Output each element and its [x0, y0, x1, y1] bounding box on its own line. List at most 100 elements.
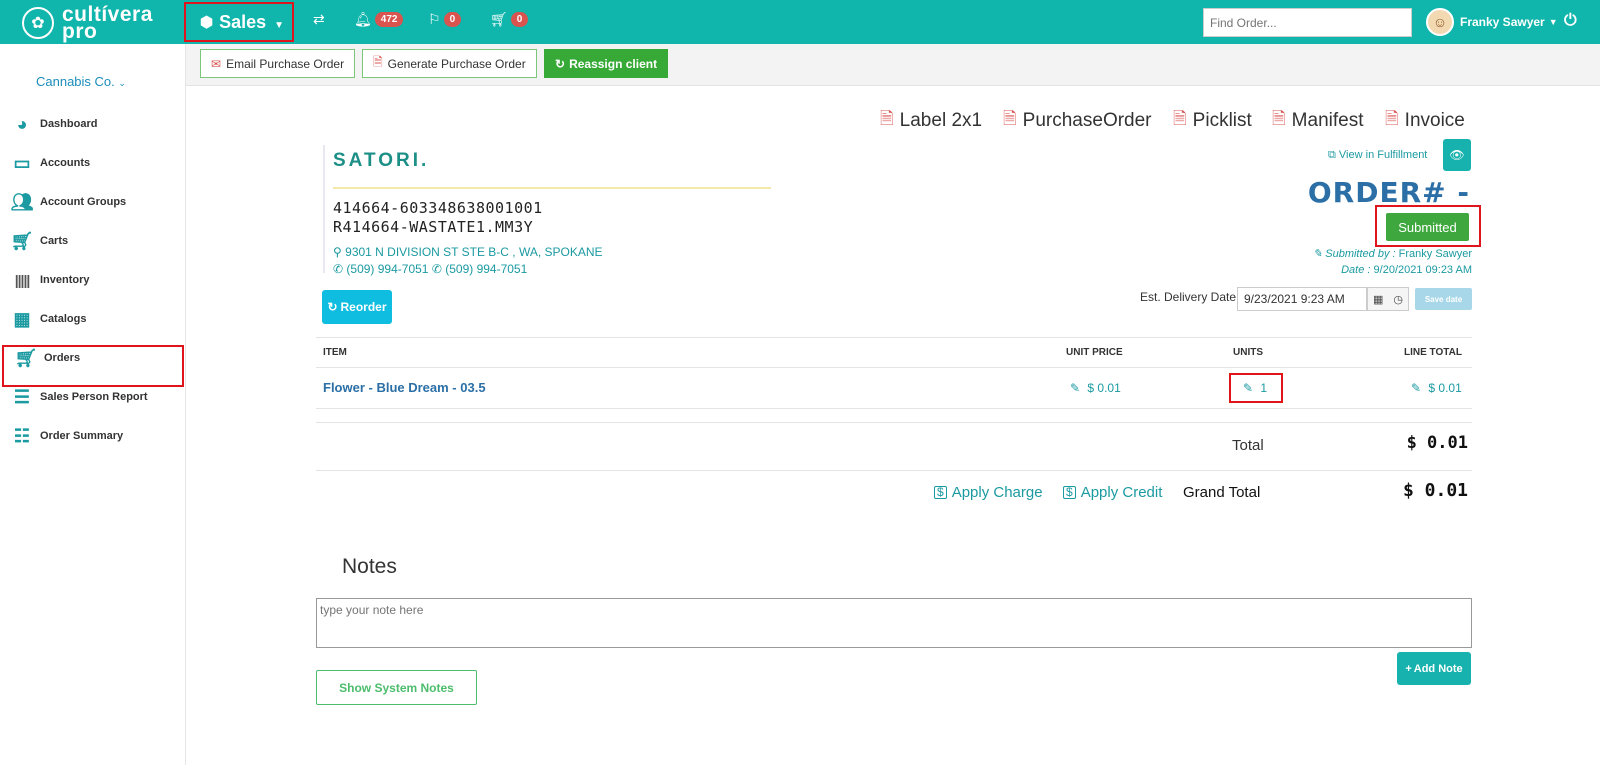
bell-icon: 🔔︎	[354, 11, 372, 27]
sidebar-item-orders[interactable]: 🛒︎ Orders	[14, 347, 81, 369]
sidebar-item-label: Sales Person Report	[40, 391, 148, 403]
button-label: Email Purchase Order	[226, 56, 345, 71]
notifications-button[interactable]: 🔔︎ 472	[354, 11, 404, 28]
top-navbar: ✿ cultívera pro ⬢ Sales ▼ ⇄ 🔔︎ 472 ⚐ 0 🛒…	[0, 0, 1600, 44]
date-picker-buttons[interactable]: ▦ ◷	[1367, 287, 1409, 311]
total-label: Total	[1232, 437, 1264, 454]
generate-purchase-order-button[interactable]: 🗎 Generate Purchase Order	[362, 49, 537, 78]
doc-link-text: Manifest	[1291, 109, 1364, 131]
pdf-icon: 🗎	[1173, 109, 1187, 128]
power-icon[interactable]: ⏻	[1564, 12, 1577, 30]
logo-text: cultívera pro	[62, 4, 153, 42]
grid-icon: ▦	[13, 308, 31, 329]
pdf-icon: 🗎	[373, 55, 383, 69]
note-textarea[interactable]	[316, 598, 1472, 648]
cart-button[interactable]: 🛒︎ 0	[490, 11, 529, 28]
barcode-icon: |||||	[14, 272, 31, 288]
phone-icon: ✆	[431, 262, 442, 276]
envelope-icon: ✉	[211, 56, 222, 71]
doc-link-picklist[interactable]: 🗎 Picklist	[1173, 106, 1252, 135]
reorder-button[interactable]: ↻ Reorder	[322, 290, 392, 324]
cubes-icon: ⬢	[200, 14, 214, 31]
leaf-logo-icon: ✿	[22, 7, 54, 39]
sidebar-item-label: Order Summary	[40, 430, 124, 442]
sidebar-item-label: Accounts	[40, 157, 91, 169]
notifications-badge: 472	[374, 12, 404, 27]
exchange-icon[interactable]: ⇄	[313, 11, 325, 28]
show-system-notes-button[interactable]: Show System Notes	[316, 670, 477, 705]
calendar-icon[interactable]: ▦	[1373, 293, 1383, 306]
table-row-divider	[316, 408, 1472, 409]
unit-price-editable[interactable]: ✎ $ 0.01	[1070, 381, 1121, 395]
reassign-client-button[interactable]: ↻ Reassign client	[544, 49, 669, 78]
sidebar-item-catalogs[interactable]: ▦ Catalogs	[10, 308, 86, 330]
eye-icon[interactable]: 👁︎	[1443, 139, 1471, 171]
view-in-fulfillment-link[interactable]: ⧉ View in Fulfillment	[1328, 149, 1427, 162]
sidebar-item-inventory[interactable]: ||||| Inventory	[10, 269, 90, 291]
cart-outline-icon: 🛒︎	[14, 347, 38, 368]
delivery-date-label: Est. Delivery Date	[1140, 290, 1237, 304]
pencil-icon: ✎	[1312, 248, 1323, 260]
sidebar-item-sales-person-report[interactable]: ☰ Sales Person Report	[10, 386, 148, 408]
unit-price-value: $ 0.01	[1087, 381, 1121, 395]
button-label: Add Note	[1413, 662, 1463, 675]
column-header-item: ITEM	[323, 347, 347, 358]
submitted-by-value: Franky Sawyer	[1398, 248, 1472, 260]
client-address-text: 9301 N DIVISION ST STE B-C , WA, SPOKANE	[345, 245, 603, 259]
notes-title: Notes	[342, 555, 397, 578]
sidebar-item-accounts[interactable]: ▭ Accounts	[10, 152, 90, 174]
briefcase-icon: ▭	[13, 152, 31, 173]
apply-credit-button[interactable]: $ Apply Credit	[1063, 484, 1162, 501]
add-note-button[interactable]: + Add Note	[1397, 652, 1471, 685]
clock-icon[interactable]: ◷	[1393, 293, 1403, 306]
order-toolbar: ✉ Email Purchase Order 🗎 Generate Purcha…	[186, 44, 1600, 86]
pencil-icon: ✎	[1411, 381, 1422, 395]
line-total-editable[interactable]: ✎ $ 0.01	[1411, 381, 1462, 395]
list-table-icon: ☰	[13, 386, 31, 407]
button-label: Reorder	[340, 300, 387, 314]
column-header-line-total: LINE TOTAL	[1404, 347, 1462, 358]
submitted-by-label: Submitted by :	[1325, 248, 1396, 260]
chevron-down-icon: ⌄	[118, 78, 126, 88]
line-total-value: $ 0.01	[1428, 381, 1462, 395]
cart-icon: 🛒︎	[490, 11, 508, 27]
map-marker-icon: ⚲	[333, 245, 342, 259]
save-date-button[interactable]: Save date	[1415, 288, 1472, 310]
grand-total-divider	[316, 470, 1472, 471]
column-header-unit-price: UNIT PRICE	[1066, 347, 1123, 358]
sidebar-item-dashboard[interactable]: ◕ Dashboard	[10, 113, 98, 135]
sidebar-item-account-groups[interactable]: 👥︎ Account Groups	[10, 191, 127, 213]
module-switcher-sales[interactable]: ⬢ Sales ▼	[184, 2, 294, 42]
email-purchase-order-button[interactable]: ✉ Email Purchase Order	[200, 49, 356, 78]
doc-link-invoice[interactable]: 🗎 Invoice	[1385, 106, 1465, 135]
button-label: Generate Purchase Order	[387, 56, 526, 71]
doc-link-text: Invoice	[1404, 109, 1465, 131]
table-row-item-link[interactable]: Flower - Blue Dream - 03.5	[323, 380, 486, 395]
doc-link-purchase-order[interactable]: 🗎 PurchaseOrder	[1003, 106, 1152, 135]
flags-button[interactable]: ⚐ 0	[428, 11, 462, 28]
button-label: Apply Charge	[951, 484, 1043, 501]
units-editable[interactable]: ✎ 1	[1243, 381, 1267, 395]
money-icon: $	[934, 486, 947, 499]
pie-chart-icon: ◕	[16, 113, 28, 134]
client-brand[interactable]: SATORI.	[333, 150, 429, 172]
sidebar-item-carts[interactable]: 🛒︎ Carts	[10, 230, 69, 252]
avatar: ☺	[1426, 8, 1454, 36]
client-license-1: 414664-603348638001001	[333, 199, 543, 217]
delivery-date-input[interactable]	[1237, 287, 1367, 311]
button-label: Reassign client	[569, 56, 658, 71]
find-order-input[interactable]	[1203, 8, 1412, 37]
sidebar-item-label: Catalogs	[40, 313, 87, 325]
link-text: View in Fulfillment	[1338, 149, 1428, 161]
doc-link-manifest[interactable]: 🗎 Manifest	[1272, 106, 1363, 135]
cultivera-logo[interactable]: ✿ cultívera pro	[22, 4, 153, 42]
status-badge[interactable]: Submitted	[1386, 213, 1469, 241]
sidebar-item-label: Orders	[44, 352, 81, 364]
doc-link-label[interactable]: 🗎 Label 2x1	[880, 106, 982, 135]
sidebar-item-order-summary[interactable]: ☷ Order Summary	[10, 425, 123, 447]
submitted-info: ✎ Submitted by : Franky Sawyer Date : 9/…	[1240, 246, 1472, 278]
apply-charge-button[interactable]: $ Apply Charge	[934, 484, 1043, 501]
user-menu[interactable]: ☺ Franky Sawyer ▼	[1426, 8, 1558, 36]
company-selector[interactable]: Cannabis Co. ⌄	[36, 74, 126, 89]
sidebar-item-label: Inventory	[40, 274, 90, 286]
